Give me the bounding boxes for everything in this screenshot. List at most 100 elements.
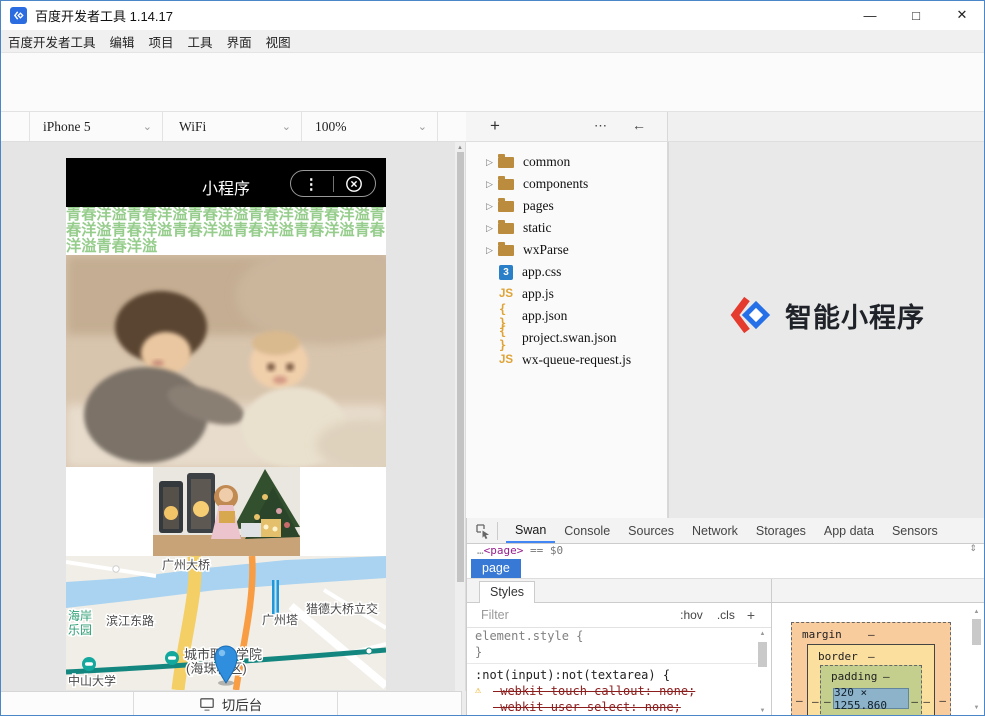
- collapse-panel-button[interactable]: ←: [632, 117, 646, 133]
- devtools-tab-bar: Swan Console Sources Network Storages Ap…: [467, 518, 985, 544]
- js-file-icon: JS: [499, 354, 515, 366]
- inspect-element-button[interactable]: [467, 522, 497, 539]
- menu-item-project[interactable]: 项目: [149, 32, 174, 51]
- folder-icon: [498, 179, 514, 190]
- tab-appdata[interactable]: App data: [815, 519, 883, 542]
- brand-area: 智能小程序: [668, 142, 985, 518]
- boxmodel-scrollbar[interactable]: ▲ ▼: [970, 607, 983, 713]
- dom-breadcrumb-bar: page: [467, 558, 985, 579]
- tab-styles[interactable]: Styles: [479, 581, 535, 603]
- styles-scrollbar[interactable]: ▲ ▼: [756, 629, 769, 716]
- tree-file-appjs[interactable]: JS app.js: [466, 283, 666, 305]
- file-tree: ▷ common ▷ components ▷ pages ▷ static ▷…: [466, 142, 668, 518]
- device-select[interactable]: iPhone 5 ⌄: [30, 112, 163, 141]
- not-input-rule[interactable]: :not(input):not(textarea) {: [467, 667, 757, 683]
- more-actions-button[interactable]: ⋯: [594, 118, 608, 134]
- inspect-icon: [474, 522, 491, 539]
- tab-sources[interactable]: Sources: [619, 519, 683, 542]
- expander-icon[interactable]: ▷: [486, 245, 498, 256]
- expander-icon[interactable]: ▷: [486, 179, 498, 190]
- box-model-margin[interactable]: margin – – – border – – – padding – – – …: [791, 622, 951, 716]
- tab-swan[interactable]: Swan: [506, 518, 555, 543]
- styles-filter-input[interactable]: [479, 607, 613, 623]
- tab-sensors[interactable]: Sensors: [883, 519, 947, 542]
- menu-item-view[interactable]: 视图: [266, 32, 291, 51]
- marquee-text: 青春洋溢青春洋溢青春洋溢青春洋溢青春洋溢青春洋溢青春洋溢青春洋溢青春洋溢青春洋溢…: [66, 207, 386, 255]
- minimize-button[interactable]: —: [847, 1, 893, 30]
- menu-item-tools[interactable]: 工具: [188, 32, 213, 51]
- svg-text:中山大学: 中山大学: [68, 673, 116, 688]
- svg-text:乐园: 乐园: [68, 623, 92, 637]
- struck-property: -webkit-user-select: none;: [467, 699, 757, 715]
- tree-file-appcss[interactable]: 3 app.css: [466, 261, 666, 283]
- svg-text:广州塔: 广州塔: [262, 613, 298, 627]
- close-button[interactable]: ✕: [939, 1, 985, 30]
- brand-name: 智能小程序: [785, 296, 925, 335]
- toggle-classes[interactable]: .cls: [717, 608, 735, 622]
- add-file-button[interactable]: +: [490, 116, 500, 136]
- tree-folder-components[interactable]: ▷ components: [466, 173, 666, 195]
- scroll-up-icon[interactable]: ▲: [455, 145, 465, 151]
- close-circle-icon[interactable]: [334, 175, 376, 193]
- menu-kebab-icon[interactable]: ⋮: [291, 175, 333, 193]
- scrollbar-thumb[interactable]: [457, 152, 464, 582]
- mini-program-navbar: 小程序 ⋮: [66, 158, 386, 207]
- menu-item-app[interactable]: 百度开发者工具: [8, 32, 96, 51]
- svg-text:广州大桥: 广州大桥: [162, 558, 210, 572]
- simulator-panel: 小程序 ⋮ 青春洋溢青春洋溢青春洋溢青春洋溢青春洋溢青春洋溢青春洋溢青春洋溢青春…: [0, 142, 455, 691]
- box-model-border[interactable]: border – – – padding – – – 320 × 1255.86…: [807, 644, 935, 716]
- monitor-icon: [199, 697, 215, 712]
- js-file-icon: JS: [499, 288, 515, 300]
- maximize-button[interactable]: □: [893, 1, 939, 30]
- tree-folder-common[interactable]: ▷ common: [466, 151, 666, 173]
- folder-icon: [498, 223, 514, 234]
- css-file-icon: 3: [499, 265, 513, 280]
- struck-property: ⚠ -webkit-touch-callout: none;: [467, 683, 757, 699]
- background-switch-bar[interactable]: 切后台: [0, 691, 462, 716]
- tree-file-wxqueuerequestjs[interactable]: JS wx-queue-request.js: [466, 349, 666, 371]
- tree-folder-pages[interactable]: ▷ pages: [466, 195, 666, 217]
- tab-network[interactable]: Network: [683, 519, 747, 542]
- element-style-rule[interactable]: element.style {: [467, 628, 757, 644]
- toggle-hover-state[interactable]: :hov: [680, 608, 703, 622]
- folder-icon: [498, 157, 514, 168]
- tree-file-projectswanjson[interactable]: { } project.swan.json: [466, 327, 666, 349]
- expander-icon[interactable]: ▷: [486, 223, 498, 234]
- dom-scroll-icon[interactable]: ⇕: [969, 543, 977, 554]
- photo-section: [66, 467, 386, 556]
- tree-folder-wxparse[interactable]: ▷ wxParse: [466, 239, 666, 261]
- right-panel-header: [668, 112, 985, 142]
- expander-icon[interactable]: ▷: [486, 157, 498, 168]
- tab-console[interactable]: Console: [555, 519, 619, 542]
- styles-pane: Styles :hov .cls + element.style { } :no…: [467, 579, 771, 716]
- folder-icon: [498, 201, 514, 212]
- tab-storages[interactable]: Storages: [747, 519, 815, 542]
- app-logo-icon: [10, 7, 27, 24]
- box-model-padding[interactable]: padding – – – 320 × 1255.860: [820, 665, 922, 716]
- toolbar: 登录 模拟器 </> 编辑器 调试器 普通编译 ⌄ C 编译 清缓存: [0, 53, 985, 112]
- menu-item-edit[interactable]: 编辑: [110, 32, 135, 51]
- phone-screen: 小程序 ⋮ 青春洋溢青春洋溢青春洋溢青春洋溢青春洋溢青春洋溢青春洋溢青春洋溢青春…: [66, 158, 386, 690]
- capsule-menu: ⋮: [290, 170, 376, 197]
- menu-item-interface[interactable]: 界面: [227, 32, 252, 51]
- expander-icon[interactable]: ▷: [486, 201, 498, 212]
- box-model-content[interactable]: 320 × 1255.860: [833, 688, 909, 709]
- title-bar: 百度开发者工具 1.14.17 — □ ✕: [0, 0, 985, 30]
- new-style-rule-button[interactable]: +: [747, 607, 755, 623]
- network-select[interactable]: WiFi ⌄: [163, 112, 302, 141]
- simulator-scrollbar[interactable]: ▲: [455, 142, 466, 691]
- tree-folder-static[interactable]: ▷ static: [466, 217, 666, 239]
- device-bar: iPhone 5 ⌄ WiFi ⌄ 100% ⌄: [0, 112, 466, 142]
- styles-filter-row: :hov .cls +: [467, 603, 771, 628]
- box-model-pane: margin – – – border – – – padding – – – …: [771, 579, 985, 716]
- folder-icon: [498, 245, 514, 256]
- svg-text:滨江东路: 滨江东路: [106, 613, 154, 628]
- json-file-icon: { }: [499, 324, 515, 352]
- tree-file-appjson[interactable]: { } app.json: [466, 305, 666, 327]
- map-view[interactable]: 广州大桥 滨江东路 广州塔 猎德大桥立交 城市职业学院 (海珠校区) 中山大学 …: [66, 556, 386, 690]
- breadcrumb-page[interactable]: page: [471, 559, 521, 578]
- window-title: 百度开发者工具 1.14.17: [35, 6, 173, 25]
- svg-text:猎德大桥立交: 猎德大桥立交: [306, 601, 378, 616]
- zoom-select[interactable]: 100% ⌄: [302, 112, 438, 141]
- dom-selected-element[interactable]: …<page> == $0: [467, 544, 985, 558]
